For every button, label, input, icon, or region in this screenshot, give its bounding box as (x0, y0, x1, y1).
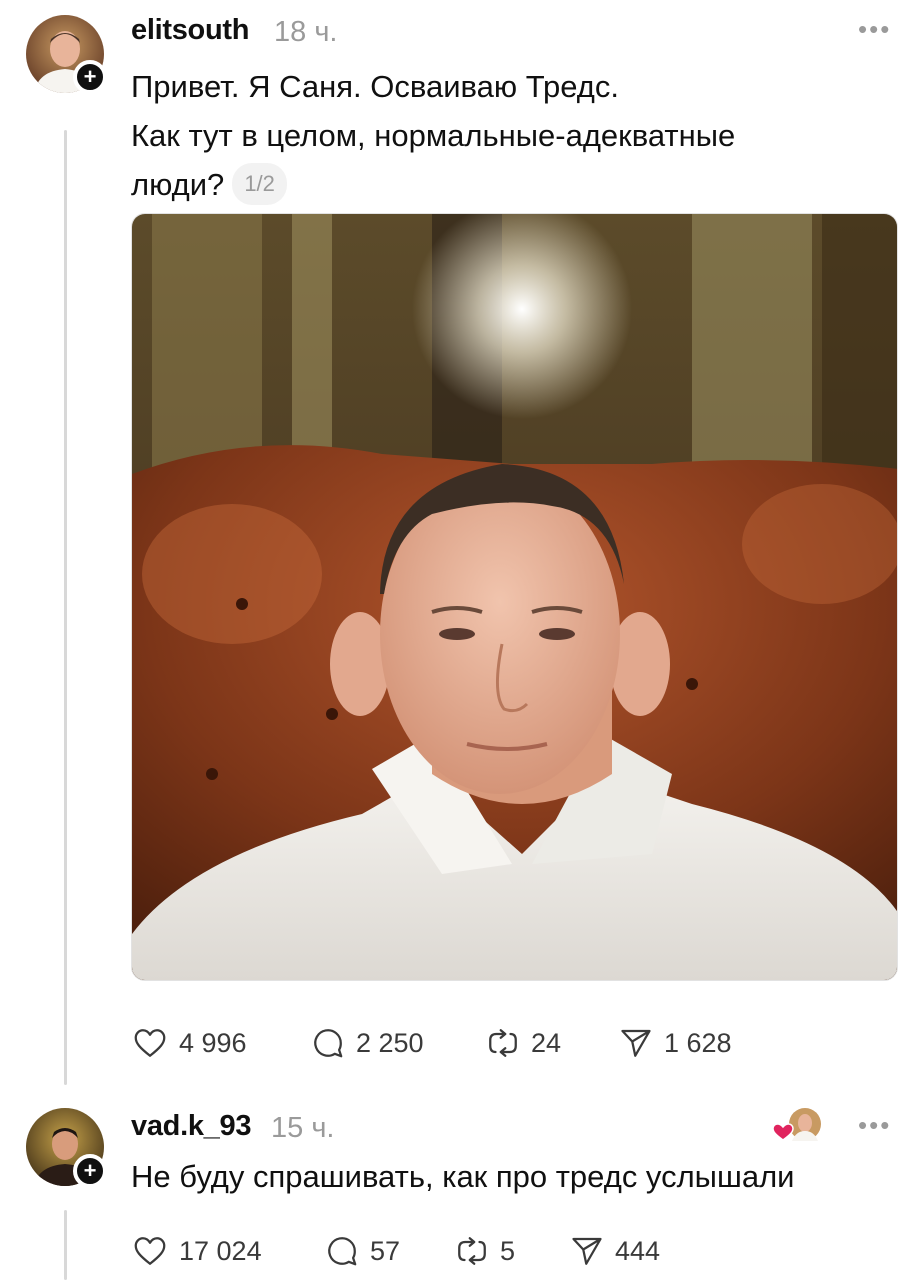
share-button[interactable]: 1 628 (618, 1025, 732, 1061)
reply-username[interactable]: vad.k_93 (131, 1110, 251, 1143)
send-icon (572, 1237, 602, 1265)
repost-icon (458, 1237, 486, 1265)
post-photo[interactable] (131, 213, 898, 981)
like-button[interactable]: 4 996 (131, 1025, 310, 1061)
comment-icon (314, 1029, 343, 1058)
comment-icon (328, 1237, 357, 1266)
reply-more-icon[interactable]: ••• (858, 1110, 891, 1141)
reply-thread-line (64, 1210, 67, 1280)
reply-time: 15 ч. (271, 1112, 335, 1144)
reply-follow-plus-icon[interactable]: + (73, 1154, 107, 1188)
share-count: 1 628 (664, 1027, 732, 1058)
post-text-line-3-text: люди? (131, 167, 225, 202)
author-username[interactable]: elitsouth (131, 14, 249, 47)
reply-like-button[interactable]: 17 024 (131, 1233, 324, 1269)
heart-icon (772, 1123, 794, 1141)
reply-reply-button[interactable]: 57 (324, 1233, 454, 1269)
post-text-line-3: люди? 1/2 (131, 160, 735, 209)
follow-plus-icon[interactable]: + (73, 60, 107, 94)
repost-count: 24 (531, 1027, 562, 1058)
reply-actions: 17 024 57 5 444 (131, 1233, 660, 1269)
reply-share-count: 444 (615, 1235, 661, 1266)
reply-button[interactable]: 2 250 (310, 1025, 485, 1061)
post-actions: 4 996 2 250 24 1 628 (131, 1025, 732, 1061)
like-count: 4 996 (179, 1027, 247, 1058)
reply-reply-count: 57 (370, 1235, 401, 1266)
thread-counter: 1/2 (232, 162, 287, 205)
heart-icon (134, 1029, 166, 1057)
liked-by-author (772, 1107, 824, 1150)
reply-repost-button[interactable]: 5 (454, 1233, 569, 1269)
heart-icon (134, 1237, 166, 1265)
repost-icon (489, 1029, 517, 1057)
post-text: Привет. Я Саня. Осваиваю Тредс. Как тут … (131, 62, 735, 209)
more-icon[interactable]: ••• (858, 14, 891, 45)
post-time: 18 ч. (274, 16, 338, 48)
thread-line (64, 130, 67, 1085)
post-text-line-1: Привет. Я Саня. Осваиваю Тредс. (131, 69, 619, 104)
post-text-line-2: Как тут в целом, нормальные-адекватные (131, 118, 736, 153)
reply-repost-count: 5 (500, 1235, 516, 1266)
reply-like-count: 17 024 (179, 1235, 262, 1266)
send-icon (621, 1029, 651, 1057)
reply-share-button[interactable]: 444 (569, 1233, 660, 1269)
reply-text: Не буду спрашивать, как про тредс услыша… (131, 1159, 795, 1194)
repost-button[interactable]: 24 (485, 1025, 618, 1061)
reply-count: 2 250 (356, 1027, 424, 1058)
